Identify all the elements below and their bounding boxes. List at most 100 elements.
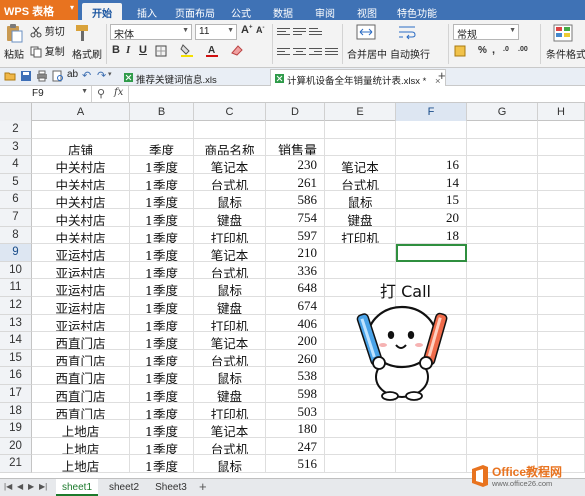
cell-b5[interactable]: 1季度	[130, 173, 194, 192]
cell-b3[interactable]: 季度	[130, 138, 194, 157]
cell-f3[interactable]	[396, 138, 467, 157]
conditional-format-button[interactable]: 条件格式	[546, 46, 585, 61]
cell-f19[interactable]	[396, 420, 467, 438]
cell-d6[interactable]: 586	[266, 191, 325, 209]
wrap-text-button[interactable]: 自动换行	[390, 46, 430, 61]
cell-a3[interactable]: 店铺	[32, 138, 130, 157]
cell-a7[interactable]: 中关村店	[32, 209, 130, 227]
cell-g5[interactable]	[467, 173, 538, 192]
cell-d19[interactable]: 180	[266, 420, 325, 438]
cell-d9[interactable]: 210	[266, 244, 325, 262]
cell-f2[interactable]	[396, 121, 467, 139]
cell-d8[interactable]: 597	[266, 226, 325, 245]
cell-g18[interactable]	[467, 402, 538, 421]
cell-f9[interactable]	[396, 244, 467, 262]
cell-e7[interactable]: 键盘	[325, 209, 396, 227]
cell-d18[interactable]: 503	[266, 402, 325, 421]
cell-d13[interactable]: 406	[266, 314, 325, 333]
cell-a11[interactable]: 亚运村店	[32, 279, 130, 297]
cell-h8[interactable]	[538, 226, 585, 245]
doc-tab-keywords[interactable]: 推荐关键词信息.xls	[120, 69, 221, 86]
cell-g6[interactable]	[467, 191, 538, 209]
chevron-down-icon[interactable]: ▾	[108, 70, 112, 78]
cell-h2[interactable]	[538, 121, 585, 139]
add-sheet-button[interactable]: +	[199, 479, 207, 494]
align-bottom-icon[interactable]	[309, 26, 322, 36]
cell-b13[interactable]: 1季度	[130, 314, 194, 333]
align-middle-icon[interactable]	[293, 26, 306, 36]
cell-a12[interactable]: 亚运村店	[32, 297, 130, 315]
cell-g16[interactable]	[467, 367, 538, 385]
spreadsheet-grid[interactable]: 2 3 店铺 季度 商品名称 销售量 4 中关村店 1季度 笔记本 230 笔记本 16 5 中关村店 1季度…	[0, 121, 585, 478]
format-painter-button[interactable]	[72, 23, 92, 46]
cell-b14[interactable]: 1季度	[130, 332, 194, 350]
clear-format-icon[interactable]	[230, 43, 244, 60]
cell-c10[interactable]: 台式机	[194, 261, 266, 280]
cell-g2[interactable]	[467, 121, 538, 139]
redo-icon[interactable]: ↷	[97, 69, 106, 82]
cell-d11[interactable]: 648	[266, 279, 325, 297]
cell-a18[interactable]: 西直门店	[32, 402, 130, 421]
cell-f21[interactable]	[396, 455, 467, 473]
cell-h9[interactable]	[538, 244, 585, 262]
decrease-decimal-button[interactable]: .00	[518, 46, 528, 53]
number-format-select[interactable]: 常规 ▼	[453, 24, 519, 41]
cell-h18[interactable]	[538, 402, 585, 421]
cell-b17[interactable]: 1季度	[130, 385, 194, 403]
italic-button[interactable]: I	[126, 44, 130, 56]
undo-icon[interactable]: ↶	[82, 69, 91, 82]
cell-a15[interactable]: 西直门店	[32, 349, 130, 368]
tab-insert[interactable]: 插入	[130, 3, 164, 20]
cell-b20[interactable]: 1季度	[130, 437, 194, 456]
cell-c5[interactable]: 台式机	[194, 173, 266, 192]
row-header[interactable]: 10	[0, 261, 32, 280]
cell-c13[interactable]: 打印机	[194, 314, 266, 333]
cell-b8[interactable]: 1季度	[130, 226, 194, 245]
tab-home[interactable]: 开始	[82, 3, 122, 20]
cell-a16[interactable]: 西直门店	[32, 367, 130, 385]
cell-h3[interactable]	[538, 138, 585, 157]
cell-h17[interactable]	[538, 385, 585, 403]
column-header[interactable]: F	[396, 103, 467, 121]
last-sheet-icon[interactable]: ▶|	[39, 482, 47, 491]
column-header[interactable]: B	[130, 103, 194, 121]
cell-c14[interactable]: 笔记本	[194, 332, 266, 350]
cell-d12[interactable]: 674	[266, 297, 325, 315]
row-header[interactable]: 3	[0, 138, 32, 157]
cell-a4[interactable]: 中关村店	[32, 156, 130, 174]
tab-data[interactable]: 数据	[266, 3, 300, 20]
align-left-icon[interactable]	[277, 46, 290, 56]
cell-a2[interactable]	[32, 121, 130, 139]
cell-g3[interactable]	[467, 138, 538, 157]
conditional-format-icon[interactable]	[552, 23, 574, 46]
wrap-text-icon[interactable]	[397, 23, 417, 44]
tab-page-layout[interactable]: 页面布局	[170, 3, 220, 20]
cell-f6[interactable]: 15	[396, 191, 467, 209]
tab-special-features[interactable]: 特色功能	[392, 3, 442, 20]
font-color-icon[interactable]: A	[205, 43, 219, 60]
cell-c8[interactable]: 打印机	[194, 226, 266, 245]
cell-c7[interactable]: 键盘	[194, 209, 266, 227]
cell-e19[interactable]	[325, 420, 396, 438]
name-box[interactable]: F9 ▼	[0, 86, 92, 102]
cell-g13[interactable]	[467, 314, 538, 333]
increase-decimal-button[interactable]: .0	[503, 46, 509, 53]
cell-g14[interactable]	[467, 332, 538, 350]
cell-a20[interactable]: 上地店	[32, 437, 130, 456]
cell-h6[interactable]	[538, 191, 585, 209]
cell-h20[interactable]	[538, 437, 585, 456]
sheet-tab-sheet3[interactable]: Sheet3	[150, 479, 192, 496]
cell-d10[interactable]: 336	[266, 261, 325, 280]
cell-a6[interactable]: 中关村店	[32, 191, 130, 209]
cell-f4[interactable]: 16	[396, 156, 467, 174]
row-header[interactable]: 20	[0, 437, 32, 456]
cell-a21[interactable]: 上地店	[32, 455, 130, 473]
cell-f18[interactable]	[396, 402, 467, 421]
paste-button[interactable]	[4, 23, 24, 46]
row-header[interactable]: 9	[0, 244, 32, 262]
row-header[interactable]: 7	[0, 209, 32, 227]
cell-d14[interactable]: 200	[266, 332, 325, 350]
column-header[interactable]: H	[538, 103, 585, 121]
cell-e5[interactable]: 台式机	[325, 173, 396, 192]
cell-c6[interactable]: 鼠标	[194, 191, 266, 209]
